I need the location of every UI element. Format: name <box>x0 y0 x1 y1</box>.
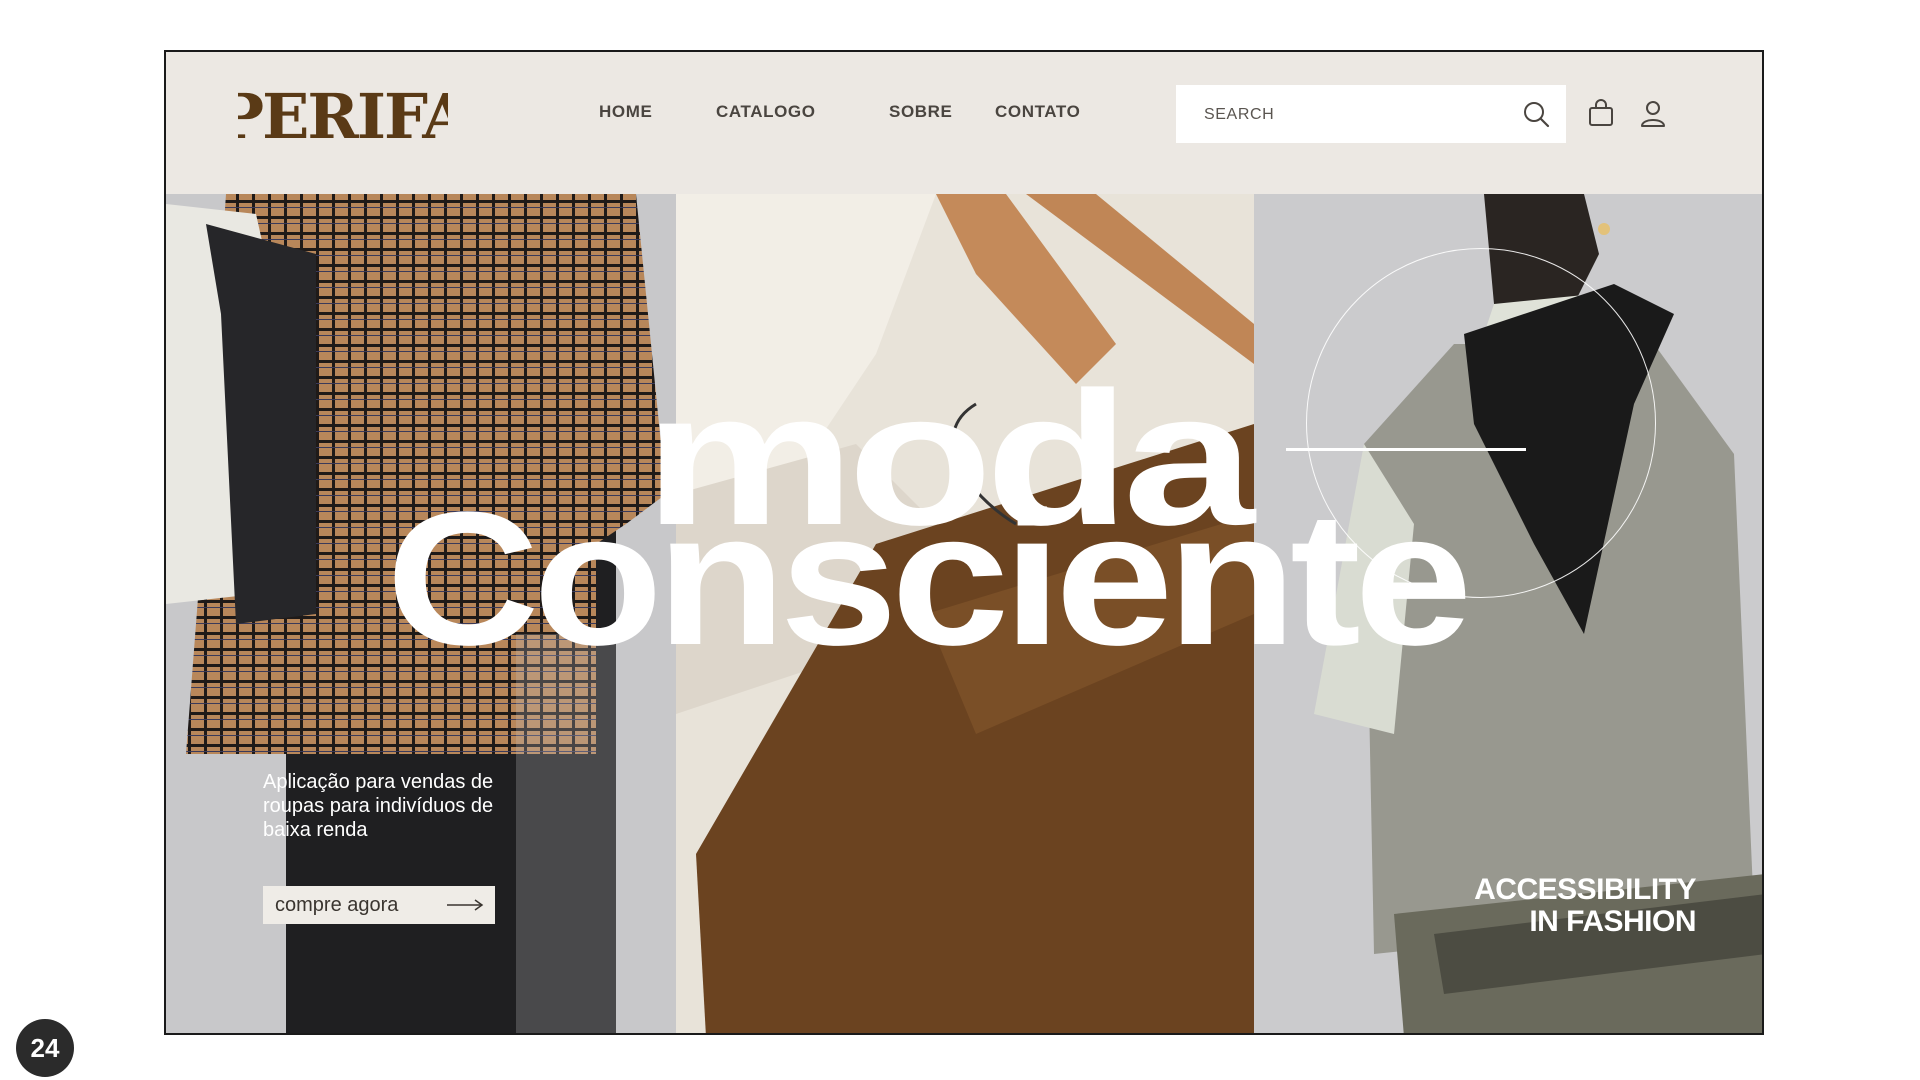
accessibility-tagline: ACCESSIBILITY IN FASHION <box>1396 874 1696 938</box>
shopping-bag-icon[interactable] <box>1586 98 1616 128</box>
search-icon[interactable] <box>1522 100 1550 128</box>
nav-catalogo[interactable]: CATALOGO <box>716 102 816 122</box>
brand-logo-text: PERIFA <box>238 80 448 150</box>
nav-contato[interactable]: CONTATO <box>995 102 1080 122</box>
hanger-clothes-image <box>676 194 1254 1033</box>
accessibility-line-2: IN FASHION <box>1529 905 1696 938</box>
hero-section: moda Consciente Aplicação para vendas de… <box>166 194 1762 1033</box>
nav-home[interactable]: HOME <box>599 102 652 122</box>
decorative-circle <box>1306 248 1656 598</box>
search-box <box>1176 85 1566 145</box>
app-frame: PERIFA HOME CATALOGO SOBRE CONTATO <box>164 50 1764 1035</box>
search-input[interactable] <box>1202 85 1506 145</box>
header: PERIFA HOME CATALOGO SOBRE CONTATO <box>166 52 1762 194</box>
accessibility-line-1: ACCESSIBILITY <box>1474 873 1696 906</box>
brand-logo[interactable]: PERIFA <box>238 80 448 150</box>
decorative-line <box>1286 448 1526 451</box>
shop-now-label: compre agora <box>275 893 399 916</box>
slide-number-badge: 24 <box>16 1019 74 1077</box>
user-icon[interactable] <box>1638 98 1668 128</box>
arrow-right-icon <box>447 899 484 911</box>
nav-sobre[interactable]: SOBRE <box>889 102 952 122</box>
hero-tagline: Aplicação para vendas de roupas para ind… <box>263 771 494 841</box>
hero-photo-middle <box>676 194 1254 1033</box>
shop-now-button[interactable]: compre agora <box>263 886 495 924</box>
